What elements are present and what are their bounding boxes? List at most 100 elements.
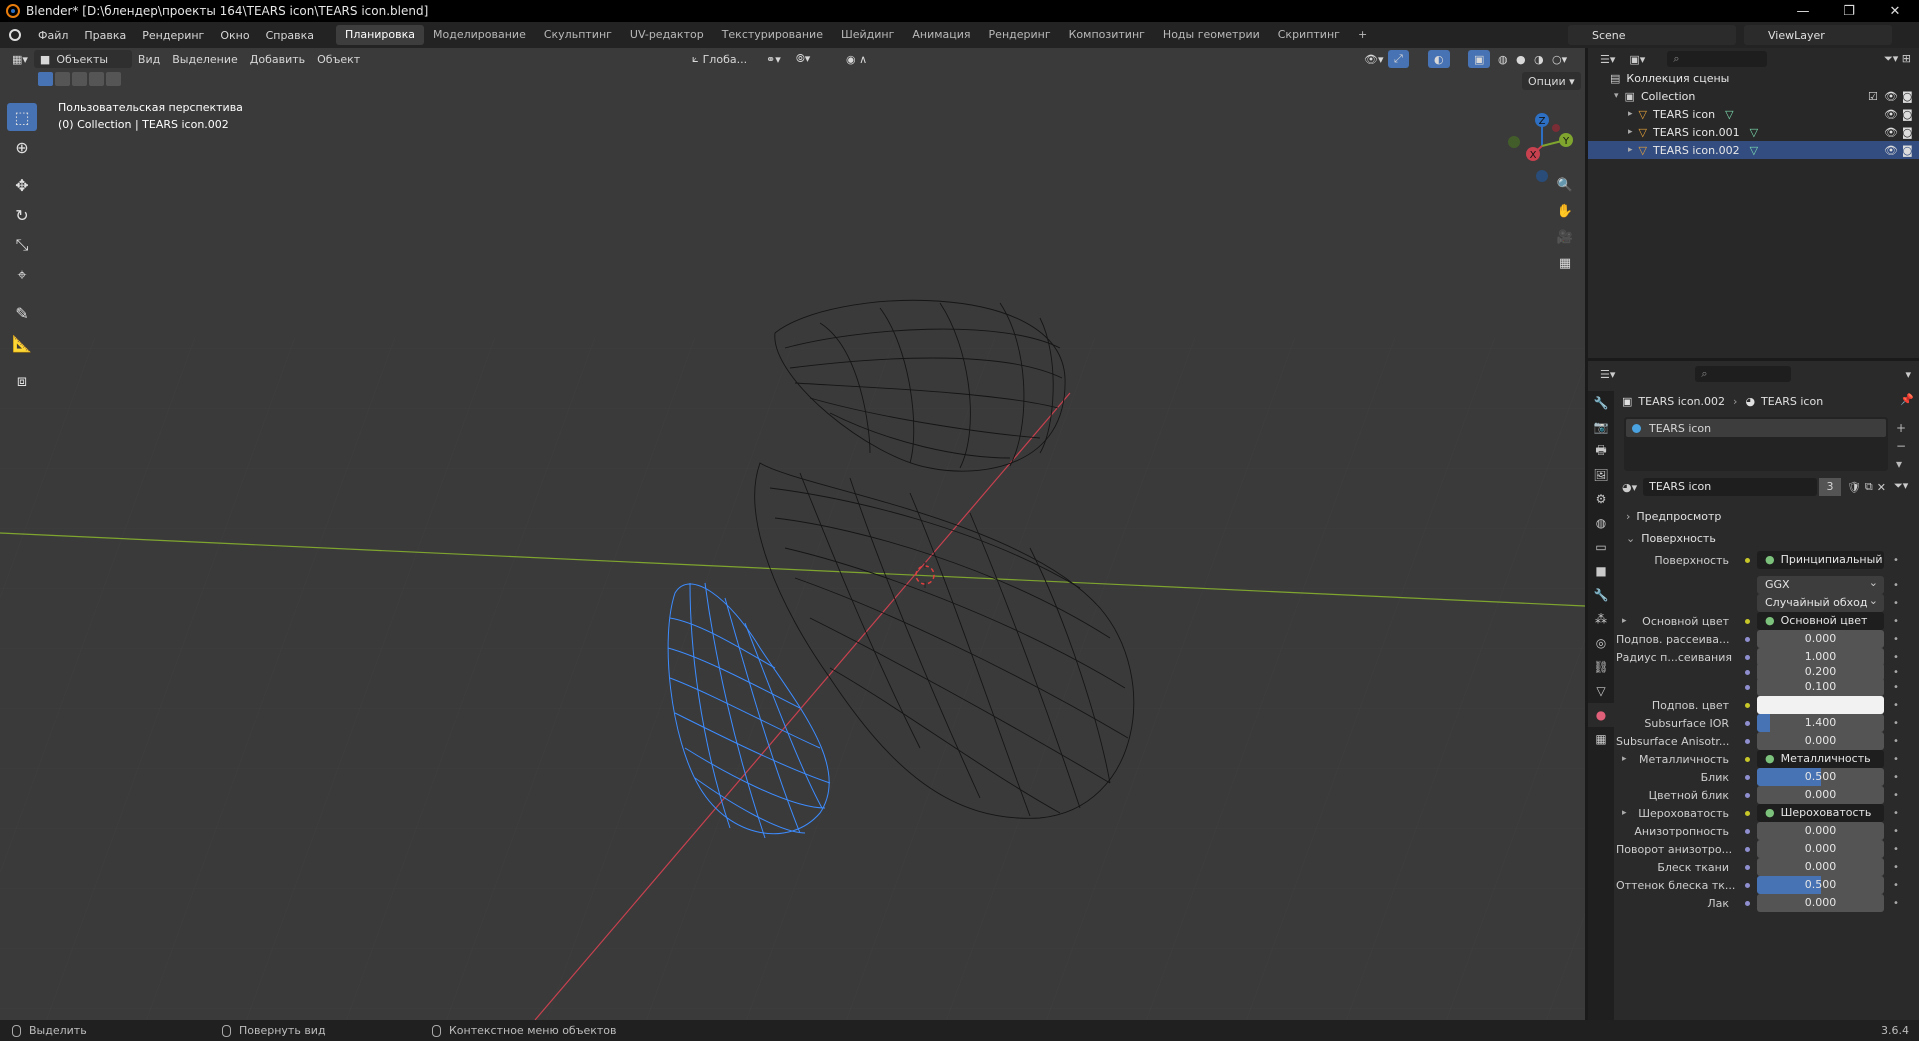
keyframe-icon[interactable]: • <box>1890 682 1902 693</box>
workspace-tab-scripting[interactable]: Скриптинг <box>1269 25 1349 45</box>
transform-orientation-selector[interactable]: ⟀ Глоба... <box>686 50 753 68</box>
pivot-icon[interactable]: ⚭▾ <box>760 50 787 68</box>
blender-menu-icon[interactable] <box>0 29 30 41</box>
keyframe-icon[interactable]: • <box>1890 580 1902 591</box>
menu-select[interactable]: Выделение <box>166 50 244 68</box>
scene-selector[interactable]: Scene <box>1568 25 1736 45</box>
texture-tab-icon[interactable]: ▦ <box>1588 727 1614 751</box>
render-camera-icon[interactable]: ◙ <box>1902 126 1913 139</box>
collection-tab-icon[interactable]: ▭ <box>1588 535 1614 559</box>
properties-editor-icon[interactable]: ☰▾ <box>1600 368 1615 381</box>
particles-tab-icon[interactable]: ⁂ <box>1588 607 1614 631</box>
socket-icon[interactable] <box>1741 720 1753 726</box>
unlink-material-icon[interactable]: ✕ <box>1877 481 1886 494</box>
object-tab-icon[interactable]: ■ <box>1588 559 1614 583</box>
socket-icon[interactable] <box>1741 846 1753 852</box>
socket-icon[interactable] <box>1741 738 1753 744</box>
socket-icon[interactable] <box>1741 618 1753 624</box>
add-cube-tool-icon[interactable]: ⧈ <box>7 367 37 395</box>
render-camera-icon[interactable]: ◙ <box>1902 108 1913 121</box>
measure-tool-icon[interactable]: 📐 <box>7 329 37 357</box>
keyframe-icon[interactable]: • <box>1890 808 1902 819</box>
material-name-field[interactable]: TEARS icon <box>1643 478 1817 496</box>
socket-icon[interactable] <box>1741 669 1753 675</box>
transform-tool-icon[interactable]: ⌖ <box>7 261 37 289</box>
socket-icon[interactable] <box>1741 557 1753 563</box>
outliner-row-object-selected[interactable]: ▸ ▽ TEARS icon.002 ▽ 👁 ◙ <box>1588 141 1919 159</box>
keyframe-icon[interactable]: • <box>1890 772 1902 783</box>
keyframe-icon[interactable]: • <box>1890 736 1902 747</box>
move-tool-icon[interactable]: ✥ <box>7 171 37 199</box>
section-preview[interactable]: › Предпросмотр <box>1616 505 1916 527</box>
visibility-eye-icon[interactable]: 👁 <box>1884 144 1898 157</box>
select-box-tool-icon[interactable]: ⬚ <box>7 103 37 131</box>
display-mode-icon[interactable]: ▣▾ <box>1629 53 1645 66</box>
material-tab-icon[interactable]: ● <box>1588 703 1614 727</box>
add-workspace-button[interactable]: + <box>1349 25 1376 45</box>
minimize-button[interactable]: — <box>1780 0 1826 22</box>
data-tab-icon[interactable]: ▽ <box>1588 679 1614 703</box>
keyframe-icon[interactable]: • <box>1890 598 1902 609</box>
pan-view-icon[interactable]: ✋ <box>1554 200 1576 222</box>
keyframe-icon[interactable]: • <box>1890 826 1902 837</box>
workspace-tab-uv[interactable]: UV-редактор <box>621 25 713 45</box>
duplicate-material-icon[interactable]: ⧉ <box>1865 480 1873 494</box>
menu-file[interactable]: Файл <box>30 29 76 42</box>
options-dropdown[interactable]: Опции ▾ <box>1522 72 1581 90</box>
menu-edit[interactable]: Правка <box>76 29 134 42</box>
select-invert-icon[interactable] <box>89 72 104 86</box>
properties-options-icon[interactable]: ▾ <box>1905 368 1911 381</box>
socket-icon[interactable] <box>1741 810 1753 816</box>
gizmo-toggle-icon[interactable]: ⤢ <box>1388 50 1409 68</box>
viewport-canvas[interactable] <box>0 48 1585 1020</box>
workspace-tab-modeling[interactable]: Моделирование <box>424 25 535 45</box>
modifier-tab-icon[interactable]: 🔧 <box>1588 583 1614 607</box>
output-tab-icon[interactable]: 🖶 <box>1588 439 1614 463</box>
select-subtract-icon[interactable] <box>72 72 87 86</box>
properties-search-input[interactable]: ⌕ <box>1695 366 1792 382</box>
3d-viewport[interactable]: ▦▾ ■ Объекты Вид Выделение Добавить Объе… <box>0 48 1585 1020</box>
workspace-tab-animation[interactable]: Анимация <box>903 25 979 45</box>
constraints-tab-icon[interactable]: ⛓ <box>1588 655 1614 679</box>
socket-icon[interactable] <box>1741 828 1753 834</box>
xray-toggle-icon[interactable]: ▣ <box>1468 50 1491 68</box>
socket-icon[interactable] <box>1741 882 1753 888</box>
workspace-tab-compositing[interactable]: Композитинг <box>1060 25 1154 45</box>
workspace-tab-rendering[interactable]: Рендеринг <box>980 25 1060 45</box>
keyframe-icon[interactable]: • <box>1890 616 1902 627</box>
keyframe-icon[interactable]: • <box>1890 634 1902 645</box>
socket-icon[interactable] <box>1741 774 1753 780</box>
expand-arrow-icon[interactable]: ▸ <box>1622 754 1627 764</box>
camera-view-icon[interactable]: 🎥 <box>1554 226 1576 248</box>
outliner-search-input[interactable]: ⌕ <box>1667 51 1768 67</box>
menu-help[interactable]: Справка <box>258 29 322 42</box>
physics-tab-icon[interactable]: ◎ <box>1588 631 1614 655</box>
linked-input-field[interactable]: ●Принципиальный BSDF <box>1757 551 1884 569</box>
workspace-tab-layout[interactable]: Планировка <box>336 25 425 45</box>
expand-arrow-icon[interactable]: ▾ <box>1614 91 1619 101</box>
visibility-eye-icon[interactable]: 👁 <box>1884 126 1898 139</box>
visibility-eye-icon[interactable]: 👁 <box>1884 90 1898 103</box>
snap-icon[interactable]: ⦾▾ <box>790 50 816 68</box>
close-button[interactable]: ✕ <box>1872 0 1918 22</box>
navigation-gizmo[interactable]: Z Y X <box>1500 102 1580 182</box>
expand-arrow-icon[interactable]: ▸ <box>1622 808 1627 818</box>
render-tab-icon[interactable]: 📷 <box>1588 415 1614 439</box>
pin-icon[interactable]: 📌 <box>1900 393 1914 406</box>
menu-add[interactable]: Добавить <box>244 50 311 68</box>
expand-arrow-icon[interactable]: ▸ <box>1628 109 1633 119</box>
node-link-icon[interactable]: ⏷▾ <box>1894 479 1908 493</box>
section-surface[interactable]: ⌄ Поверхность <box>1616 527 1916 549</box>
expand-arrow-icon[interactable]: ▸ <box>1622 616 1627 626</box>
render-camera-icon[interactable]: ◙ <box>1902 144 1913 157</box>
menu-window[interactable]: Окно <box>212 29 257 42</box>
expand-arrow-icon[interactable]: ▸ <box>1628 127 1633 137</box>
select-extend-icon[interactable] <box>55 72 70 86</box>
mesh-data-icon[interactable]: ▽ <box>1750 144 1758 157</box>
cursor-tool-icon[interactable]: ⊕ <box>7 133 37 161</box>
material-slot-item[interactable]: TEARS icon <box>1626 419 1886 437</box>
outliner-row-collection[interactable]: ▾ ▣ Collection ☑ 👁 ◙ <box>1588 87 1919 105</box>
workspace-tab-texture[interactable]: Текстурирование <box>713 25 832 45</box>
outliner-row-object[interactable]: ▸ ▽ TEARS icon.001 ▽ 👁 ◙ <box>1588 123 1919 141</box>
keyframe-icon[interactable]: • <box>1890 862 1902 873</box>
